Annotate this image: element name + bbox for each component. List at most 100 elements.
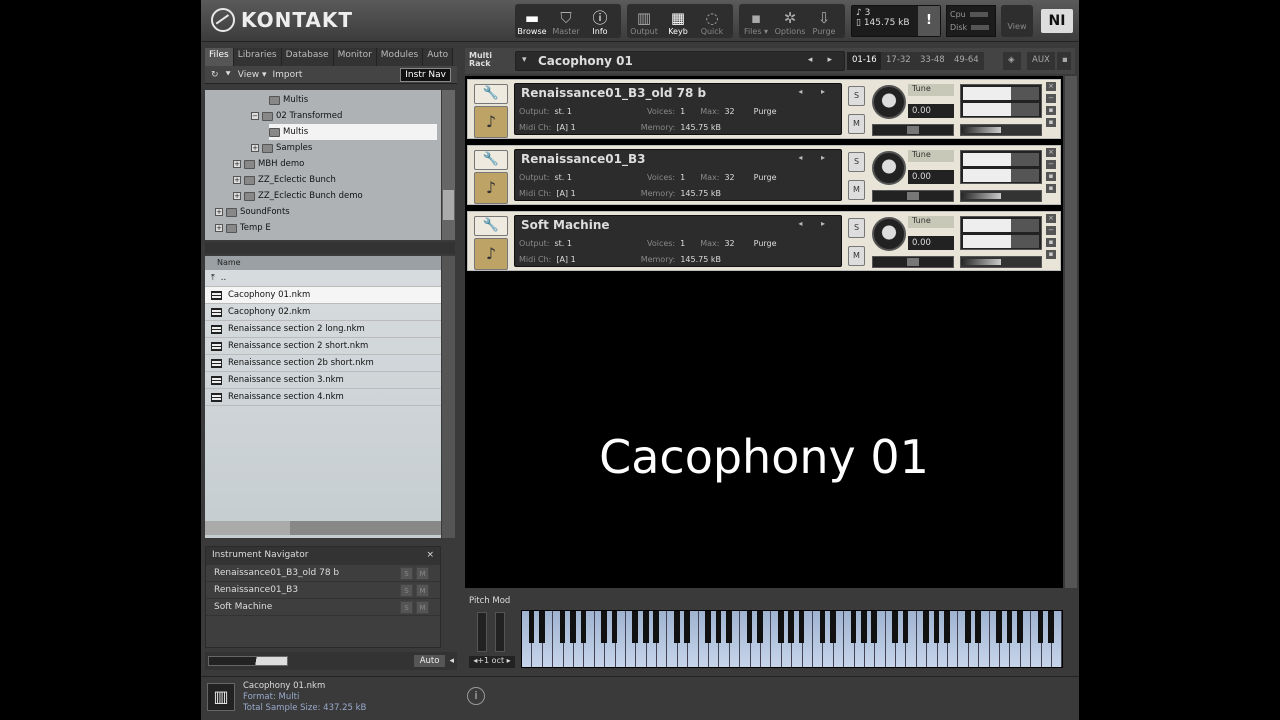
toolbar-button-2-2[interactable]: ⇩ Purge	[807, 4, 841, 38]
expand-toggle-icon[interactable]: +	[233, 192, 241, 200]
instrument-navigator-item[interactable]: Renaissance01_B3_old 78 b SM	[206, 565, 440, 582]
black-key[interactable]	[705, 611, 711, 644]
rack-settings-icon[interactable]: ◈	[1003, 52, 1021, 70]
file-list-hscrollbar[interactable]	[205, 521, 441, 535]
black-key[interactable]	[726, 611, 732, 644]
black-key[interactable]	[580, 611, 587, 644]
view-button[interactable]: View	[1001, 5, 1033, 37]
white-key[interactable]	[916, 611, 930, 667]
toolbar-button-1-0[interactable]: ▥ Output	[627, 4, 661, 38]
expand-toggle-icon[interactable]: +	[233, 160, 241, 168]
solo-button[interactable]: S	[400, 600, 413, 614]
black-key[interactable]	[1037, 611, 1044, 644]
black-key[interactable]	[1048, 611, 1054, 644]
max-voices-value[interactable]: 32	[724, 239, 734, 248]
tree-node[interactable]: + Temp E	[215, 220, 271, 236]
instrument-icon[interactable]: ♪	[474, 172, 508, 204]
white-key[interactable]	[1031, 611, 1044, 667]
tree-node[interactable]: − 02 Transformed	[251, 108, 342, 124]
black-key[interactable]	[819, 611, 826, 644]
white-key[interactable]	[812, 611, 826, 667]
solo-button[interactable]: S	[400, 566, 413, 580]
side-button-icon[interactable]: −	[1046, 160, 1056, 169]
tune-knob[interactable]	[872, 151, 906, 185]
black-key[interactable]	[829, 611, 836, 644]
tree-node[interactable]: + ZZ_Eclectic Bunch	[233, 172, 336, 188]
instrument-icon[interactable]: ♪	[474, 106, 508, 138]
side-button-icon[interactable]: −	[1046, 94, 1056, 103]
info-icon[interactable]: i	[467, 687, 485, 705]
black-key[interactable]	[923, 611, 930, 644]
side-button-icon[interactable]: ▪	[1046, 172, 1056, 181]
file-row[interactable]: Renaissance section 2 short.nkm	[205, 338, 441, 355]
volume-slider[interactable]	[960, 190, 1042, 202]
instrument-navigator-item[interactable]: Renaissance01_B3 S M	[206, 582, 440, 599]
black-key[interactable]	[944, 611, 950, 644]
purge-menu[interactable]: Purge	[754, 107, 777, 116]
pitch-wheel[interactable]	[477, 612, 487, 652]
purge-menu[interactable]: Purge	[754, 239, 777, 248]
import-button[interactable]: Import	[273, 70, 303, 80]
toolbar-button-0-2[interactable]: ⓘ Info	[583, 4, 617, 38]
white-key[interactable]	[740, 611, 753, 667]
piano-keyboard[interactable]	[521, 610, 1063, 668]
black-key[interactable]	[570, 611, 576, 644]
toolbar-button-0-0[interactable]: ▬ Browse	[515, 4, 549, 38]
black-key[interactable]	[715, 611, 722, 644]
instrument-icon[interactable]: ♪	[474, 238, 508, 270]
view-menu[interactable]: View ▾	[238, 70, 267, 80]
side-button-icon[interactable]: ▪	[1046, 106, 1056, 115]
black-key[interactable]	[798, 611, 805, 644]
max-voices-value[interactable]: 32	[724, 107, 734, 116]
white-key[interactable]	[698, 611, 711, 667]
tab-1[interactable]: Libraries	[233, 48, 282, 66]
mute-button[interactable]: M	[416, 566, 429, 580]
file-row[interactable]: Renaissance section 2b short.nkm	[205, 355, 441, 372]
black-key[interactable]	[601, 611, 607, 644]
instrument-nav-arrows[interactable]: ◂ ▸	[798, 219, 833, 228]
black-key[interactable]	[892, 611, 898, 644]
octave-shift[interactable]: ◂+1 oct ▸	[469, 656, 515, 668]
hscroll-thumb[interactable]	[205, 521, 290, 535]
rack-close-icon[interactable]: ▪	[1057, 52, 1071, 70]
black-key[interactable]	[757, 611, 763, 644]
black-key[interactable]	[1016, 611, 1023, 644]
tune-knob[interactable]	[872, 85, 906, 119]
black-key[interactable]	[642, 611, 649, 644]
instrument-name[interactable]: Renaissance01_B3	[521, 152, 646, 166]
volume-slider[interactable]	[960, 124, 1042, 136]
mute-button[interactable]: M	[416, 583, 429, 597]
pan-slider[interactable]	[872, 256, 954, 268]
white-key[interactable]	[625, 611, 639, 667]
black-key[interactable]	[1006, 611, 1013, 644]
tree-node[interactable]: + Samples	[251, 140, 312, 156]
toolbar-button-1-2[interactable]: ◌ Quick	[695, 4, 729, 38]
midi-channel-value[interactable]: [A] 1	[556, 123, 575, 132]
rack-scrollbar[interactable]	[1065, 76, 1077, 588]
file-row[interactable]: Renaissance section 4.nkm	[205, 389, 441, 406]
black-key[interactable]	[861, 611, 867, 644]
rack-page-1[interactable]: 17-32	[881, 52, 916, 70]
multi-nav-arrows[interactable]: ◂ ▸	[808, 55, 838, 65]
preview-volume-slider[interactable]	[208, 656, 288, 666]
max-voices-value[interactable]: 32	[724, 173, 734, 182]
side-button-icon[interactable]: ▪	[1046, 118, 1056, 127]
black-key[interactable]	[538, 611, 545, 644]
instrument-navigator-item[interactable]: Soft Machine S M	[206, 599, 440, 616]
close-icon[interactable]: ×	[1046, 82, 1056, 91]
midi-channel-value[interactable]: [A] 1	[556, 255, 575, 264]
mute-button[interactable]: M	[848, 180, 865, 200]
output-value[interactable]: st. 1	[554, 107, 571, 116]
pan-slider[interactable]	[872, 190, 954, 202]
white-key[interactable]	[667, 611, 680, 667]
black-key[interactable]	[902, 611, 909, 644]
close-icon[interactable]: ×	[426, 550, 434, 562]
output-value[interactable]: st. 1	[554, 173, 571, 182]
expand-toggle-icon[interactable]: +	[215, 224, 223, 232]
rack-page-3[interactable]: 49-64	[949, 52, 984, 70]
expand-toggle-icon[interactable]: +	[215, 208, 223, 216]
black-key[interactable]	[975, 611, 981, 644]
wrench-icon[interactable]: 🔧	[474, 216, 508, 236]
black-key[interactable]	[996, 611, 1002, 644]
mute-button[interactable]: M	[848, 114, 865, 134]
